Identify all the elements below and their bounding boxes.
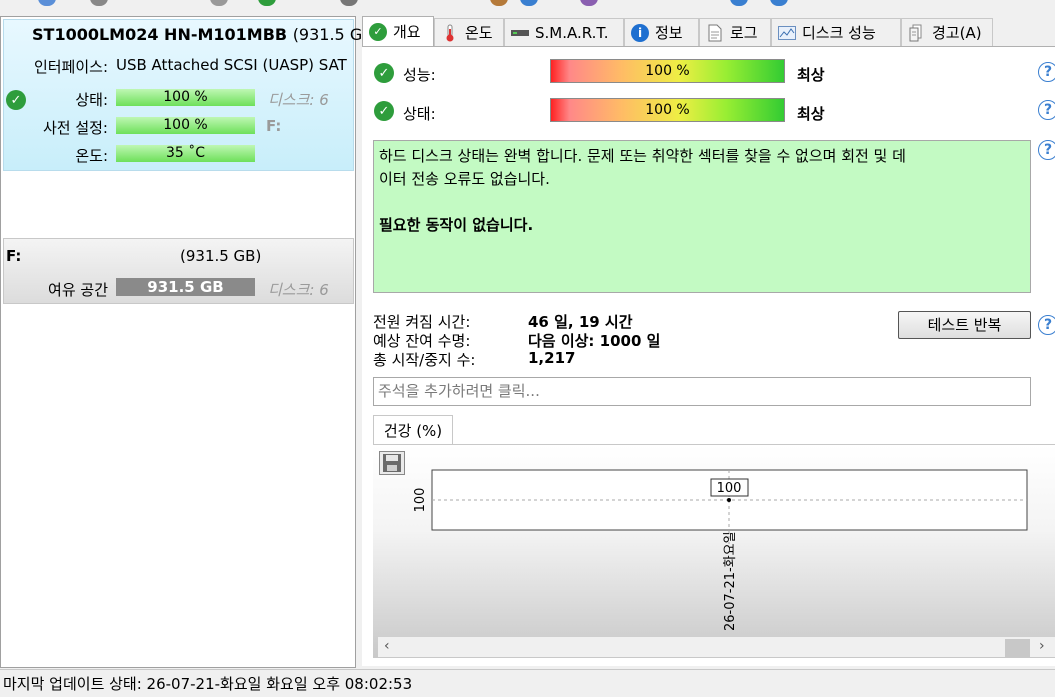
start-stop-label: 총 시작/중지 수: (373, 351, 476, 369)
scroll-right-icon[interactable]: › (1039, 638, 1045, 654)
tab-log-label: 로그 (730, 24, 758, 42)
thermometer-icon (441, 24, 459, 42)
drive-icon (511, 24, 529, 42)
status-message-action: 필요한 동작이 없습니다. (379, 216, 534, 234)
data-point (727, 498, 731, 502)
health-help-icon[interactable]: ? (1038, 100, 1055, 120)
app-window: ST1000LM024 HN-M101MBB (931.5 GB) 인터페이스:… (0, 0, 1055, 697)
tab-smart[interactable]: S.M.A.R.T. (504, 18, 624, 46)
temperature-bar: 35 ˚C (116, 145, 255, 162)
preset-label: 사전 설정: (42, 119, 108, 137)
health-bar: 100 % (550, 98, 785, 122)
alert-icon (908, 24, 926, 42)
status-label: 상태: (75, 91, 108, 109)
tab-info[interactable]: i 정보 (624, 18, 699, 46)
disk-model: ST1000LM024 HN-M101MBB (32, 25, 288, 44)
tab-alerts[interactable]: 경고(A) (901, 18, 993, 46)
health-rating: 최상 (797, 105, 825, 123)
tab-bar: ✓ 개요 온도 S.M.A.R.T. i 정보 로그 디스크 성능 경고(A) (362, 16, 994, 46)
performance-rating: 최상 (797, 66, 825, 84)
info-icon: i (631, 23, 649, 42)
performance-icon (778, 24, 796, 42)
toolbar-icon-6[interactable] (490, 0, 508, 6)
toolbar-icon-1[interactable] (38, 0, 56, 6)
drive-letter: F: (266, 117, 282, 135)
lifetime-label: 예상 잔여 수명: (373, 332, 471, 350)
tab-temperature[interactable]: 온도 (434, 18, 504, 46)
chart-scrollbar[interactable] (378, 637, 1055, 657)
partition-size: (931.5 GB) (180, 247, 262, 265)
check-icon: ✓ (369, 22, 387, 41)
health-chart: 100 100 26-07-21-화요일 (413, 469, 1028, 631)
toolbar-icon-10[interactable] (770, 0, 788, 6)
scroll-left-icon[interactable]: ‹ (384, 638, 390, 654)
tab-overview[interactable]: ✓ 개요 (362, 16, 434, 46)
disk-index: 디스크: 6 (268, 91, 329, 109)
scroll-thumb[interactable] (1005, 639, 1030, 657)
health-ok-icon: ✓ (374, 101, 394, 121)
status-bar: 마지막 업데이트 상태: 26-07-21-화요일 화요일 오후 08:02:5… (0, 669, 1055, 697)
toolbar-icon-4[interactable] (258, 0, 276, 6)
y-tick-label: 100 (413, 488, 428, 513)
message-help-icon[interactable]: ? (1038, 140, 1055, 160)
performance-bar: 100 % (550, 59, 785, 83)
status-bar: 100 % (116, 89, 255, 106)
partition-letter: F: (6, 247, 22, 265)
preset-bar: 100 % (116, 117, 255, 134)
interface-label: 인터페이스: (33, 58, 108, 76)
toolbar (0, 0, 1055, 8)
tab-overview-label: 개요 (393, 23, 421, 41)
toolbar-icon-5[interactable] (340, 0, 358, 6)
comment-input[interactable]: 주석을 추가하려면 클릭... (373, 377, 1031, 406)
toolbar-icon-9[interactable] (730, 0, 748, 6)
tab-health-percent[interactable]: 건강 (%) (373, 415, 453, 445)
toolbar-icon-3[interactable] (210, 0, 228, 6)
data-label: 100 (717, 481, 742, 496)
health-label: 상태: (403, 105, 436, 123)
performance-label: 성능: (403, 66, 436, 84)
interface-value: USB Attached SCSI (UASP) SAT (116, 56, 347, 74)
performance-ok-icon: ✓ (374, 63, 394, 83)
start-stop-value: 1,217 (528, 349, 576, 367)
toolbar-icon-7[interactable] (520, 0, 538, 6)
status-message-line2: 이터 전송 오류도 없습니다. (379, 170, 550, 188)
status-message-box: 하드 디스크 상태는 완벽 합니다. 문제 또는 취약한 섹터를 찾을 수 없으… (373, 140, 1031, 293)
free-space-label: 여유 공간 (48, 281, 108, 299)
tab-smart-label: S.M.A.R.T. (535, 23, 609, 42)
power-on-value: 46 일, 19 시간 (528, 313, 633, 331)
tab-log[interactable]: 로그 (699, 18, 771, 46)
x-tick-label: 26-07-21-화요일 (723, 531, 738, 631)
temperature-label: 온도: (75, 147, 108, 165)
partition-disk-index: 디스크: 6 (268, 281, 329, 299)
tab-disk-performance-label: 디스크 성능 (802, 24, 876, 42)
tab-info-label: 정보 (655, 24, 683, 42)
repeat-test-button[interactable]: 테스트 반복 (898, 311, 1031, 339)
free-space-bar: 931.5 GB (116, 278, 255, 296)
tab-alerts-label: 경고(A) (932, 24, 982, 42)
status-ok-icon: ✓ (6, 90, 26, 110)
performance-help-icon[interactable]: ? (1038, 62, 1055, 82)
power-on-label: 전원 켜짐 시간: (373, 313, 471, 331)
lifetime-value: 다음 이상: 1000 일 (528, 332, 661, 350)
tab-disk-performance[interactable]: 디스크 성능 (771, 18, 901, 46)
tab-temperature-label: 온도 (465, 24, 493, 42)
disk-title: ST1000LM024 HN-M101MBB (931.5 GB) (32, 25, 379, 44)
status-message-line1: 하드 디스크 상태는 완벽 합니다. 문제 또는 취약한 섹터를 찾을 수 없으… (379, 147, 906, 165)
toolbar-icon-8[interactable] (580, 0, 598, 6)
toolbar-icon-2[interactable] (90, 0, 108, 6)
log-icon (706, 24, 724, 42)
test-help-icon[interactable]: ? (1038, 315, 1055, 335)
